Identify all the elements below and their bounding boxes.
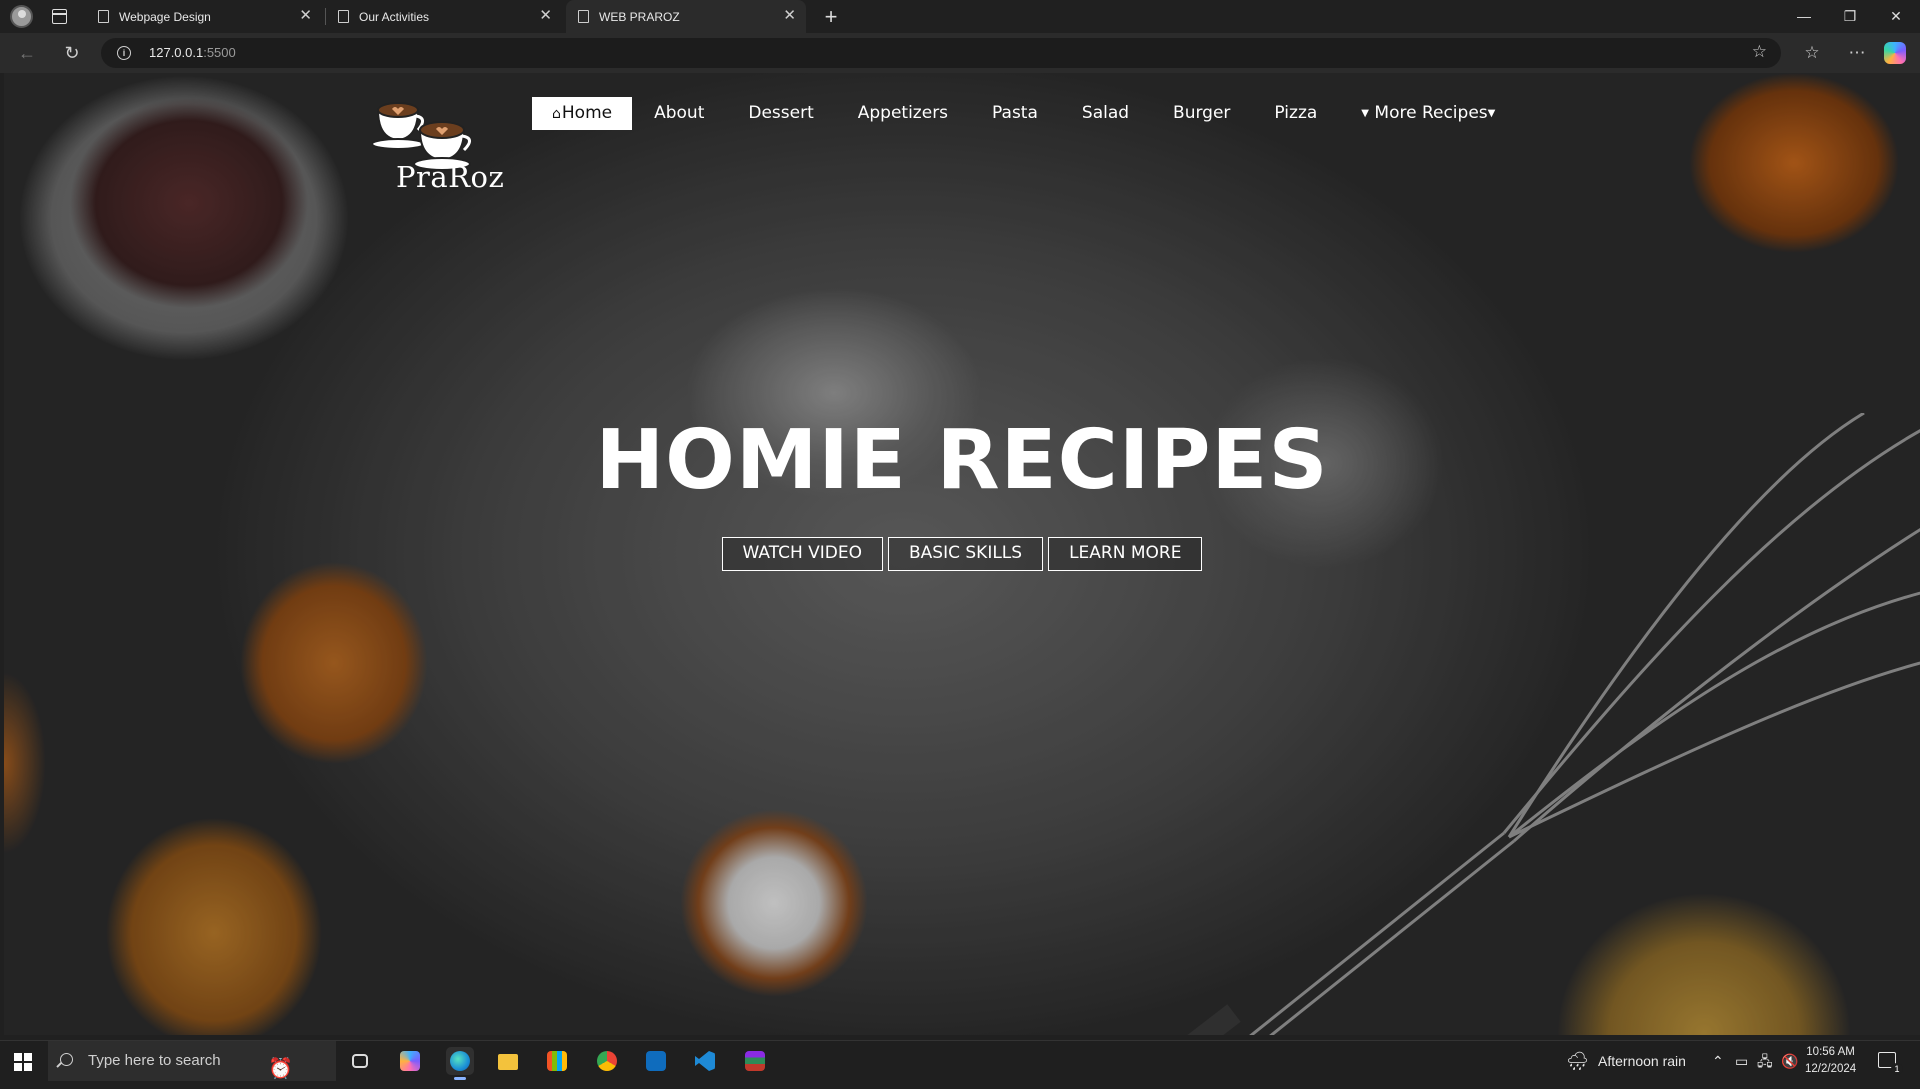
search-placeholder: Type here to search: [88, 1052, 221, 1069]
hero-title: HOMIE RECIPES: [595, 413, 1329, 508]
restore-button[interactable]: ❐: [1827, 0, 1873, 33]
reload-button[interactable]: ↻: [58, 40, 86, 66]
nav-more-recipes-dropdown[interactable]: ▼ More Recipes▼: [1339, 97, 1517, 130]
weather-icon[interactable]: 🌧: [1566, 1041, 1589, 1081]
nav-about[interactable]: About: [632, 97, 726, 130]
favorites-icon[interactable]: ☆: [1798, 40, 1826, 66]
close-tab-icon[interactable]: ✕: [783, 8, 796, 24]
microsoft-store-icon[interactable]: [543, 1047, 571, 1075]
nav-pasta[interactable]: Pasta: [970, 97, 1060, 130]
tab-our-activities[interactable]: Our Activities ✕: [326, 0, 562, 33]
browser-titlebar: Webpage Design ✕ Our Activities ✕ WEB PR…: [0, 0, 1920, 33]
nav-burger[interactable]: Burger: [1151, 97, 1252, 130]
site-logo-text[interactable]: PraRoz: [396, 160, 504, 194]
network-icon[interactable]: 🖧: [1757, 1041, 1773, 1081]
address-bar[interactable]: i 127.0.0.1:5500 ☆: [101, 38, 1781, 68]
tab-title: WEB PRAROZ: [599, 9, 680, 24]
copilot-icon[interactable]: [1884, 42, 1906, 64]
close-tab-icon[interactable]: ✕: [539, 8, 552, 24]
document-icon: [578, 10, 589, 23]
windows-taskbar: Type here to search ⏰ 🌧 Afternoon rain ⌃…: [0, 1040, 1920, 1081]
notification-count-badge: 1: [1891, 1063, 1903, 1075]
file-explorer-icon[interactable]: [494, 1047, 522, 1075]
page-hero-background: PraRoz ⌂Home About Dessert Appetizers Pa…: [4, 73, 1920, 1035]
weather-text[interactable]: Afternoon rain: [1598, 1041, 1686, 1081]
watch-video-button[interactable]: WATCH VIDEO: [721, 537, 884, 571]
browser-toolbar: ← ↻ i 127.0.0.1:5500 ☆ ☆ ⋯: [0, 33, 1920, 73]
site-navigation: ⌂Home About Dessert Appetizers Pasta Sal…: [532, 97, 1517, 130]
meet-now-icon[interactable]: ▭: [1735, 1041, 1748, 1081]
tab-webpage-design[interactable]: Webpage Design ✕: [86, 0, 322, 33]
taskbar-search-input[interactable]: Type here to search ⏰: [48, 1041, 336, 1081]
clock-date: 12/2/2024: [1805, 1063, 1857, 1075]
learn-more-button[interactable]: LEARN MORE: [1048, 537, 1203, 571]
new-tab-button[interactable]: +: [817, 3, 845, 31]
notification-center-icon[interactable]: 1: [1878, 1052, 1903, 1075]
url-text[interactable]: 127.0.0.1:5500: [149, 45, 236, 60]
edge-browser-icon[interactable]: [446, 1047, 474, 1080]
caret-down-icon: ▼: [1487, 108, 1496, 119]
copilot-taskbar-icon[interactable]: [396, 1047, 424, 1075]
nav-appetizers[interactable]: Appetizers: [836, 97, 970, 130]
home-icon: ⌂: [552, 106, 561, 122]
close-tab-icon[interactable]: ✕: [299, 8, 312, 24]
task-view-icon[interactable]: [346, 1047, 374, 1075]
tab-title: Our Activities: [359, 9, 430, 24]
clock-time: 10:56 AM: [1806, 1046, 1855, 1058]
system-clock[interactable]: 10:56 AM 12/2/2024: [1805, 1044, 1856, 1078]
nav-salad[interactable]: Salad: [1060, 97, 1151, 130]
show-hidden-icons-icon[interactable]: ⌃: [1712, 1041, 1724, 1081]
nav-pizza[interactable]: Pizza: [1252, 97, 1339, 130]
search-icon: [60, 1053, 73, 1066]
document-icon: [98, 10, 109, 23]
search-highlight-icon[interactable]: ⏰: [268, 1049, 293, 1089]
minimize-button[interactable]: —: [1781, 0, 1827, 33]
profile-icon[interactable]: [10, 5, 33, 28]
chrome-icon[interactable]: [593, 1047, 621, 1075]
nav-home[interactable]: ⌂Home: [532, 97, 633, 130]
volume-muted-icon[interactable]: 🔇: [1781, 1041, 1798, 1081]
windows-start-icon[interactable]: [14, 1053, 32, 1071]
nav-dessert[interactable]: Dessert: [726, 97, 835, 130]
tab-web-praroz[interactable]: WEB PRAROZ ✕: [566, 0, 806, 33]
more-menu-icon[interactable]: ⋯: [1843, 40, 1871, 66]
winrar-icon[interactable]: [741, 1047, 769, 1075]
caret-down-icon: ▼: [1361, 108, 1369, 119]
back-button[interactable]: ←: [13, 40, 41, 66]
vscode-icon[interactable]: [691, 1047, 719, 1075]
tab-actions-icon[interactable]: [52, 9, 67, 24]
hero-button-group: WATCH VIDEO BASIC SKILLS LEARN MORE: [4, 537, 1920, 571]
document-icon: [338, 10, 349, 23]
basic-skills-button[interactable]: BASIC SKILLS: [888, 537, 1044, 571]
site-info-icon[interactable]: i: [117, 46, 131, 60]
tab-title: Webpage Design: [119, 9, 211, 24]
favorite-star-icon[interactable]: ☆: [1752, 42, 1767, 62]
outlook-icon[interactable]: [642, 1047, 670, 1075]
close-window-button[interactable]: ✕: [1873, 0, 1919, 33]
